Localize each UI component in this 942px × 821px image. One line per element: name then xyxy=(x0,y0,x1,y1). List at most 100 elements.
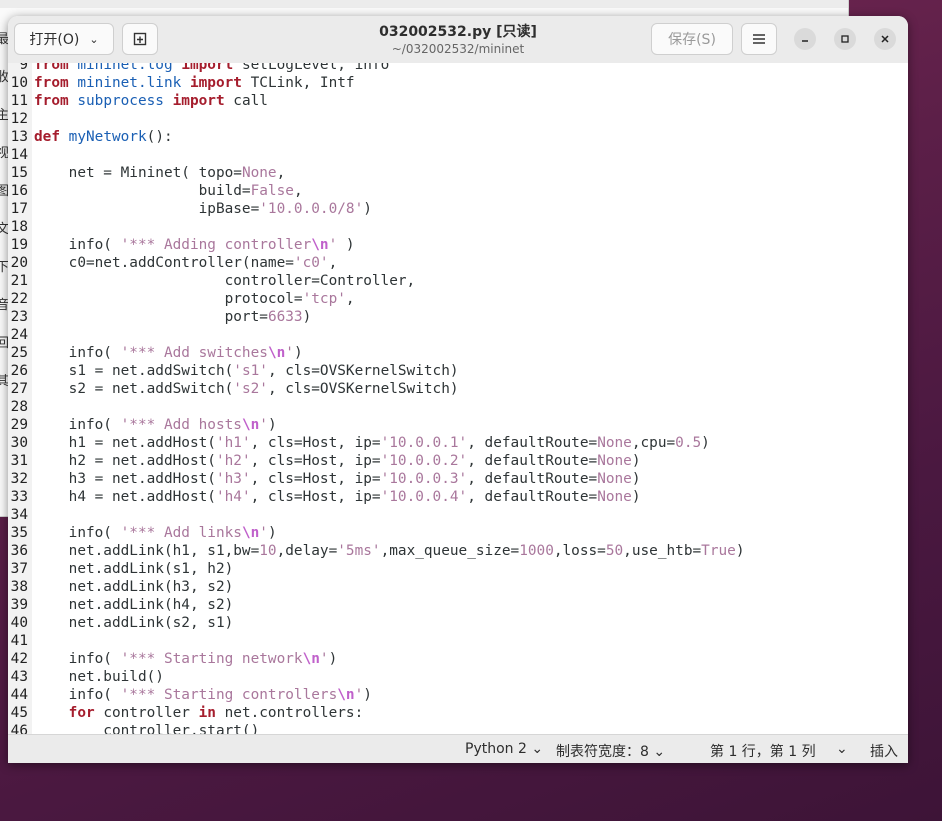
close-icon xyxy=(881,35,889,43)
line-number: 20 xyxy=(10,255,28,271)
code-token: (): xyxy=(146,129,173,145)
text-editor[interactable]: 9 from mininet.log import setLogLevel, in… xyxy=(8,63,908,734)
code-token: '*** Add switches xyxy=(120,345,268,361)
code-token: h4 = net.addHost( xyxy=(34,489,216,505)
language-selector[interactable]: Python 2 ⌄ xyxy=(465,741,543,757)
code-token: from xyxy=(34,75,69,91)
line-number: 17 xyxy=(10,201,28,217)
cursor-position[interactable]: 第 1 行，第 1 列 xyxy=(710,741,816,761)
code-token: info( xyxy=(34,687,121,703)
line-number: 37 xyxy=(10,561,28,577)
code-token: import xyxy=(189,75,242,91)
background-sidebar: 最收主视图文下音回其 xyxy=(0,20,9,420)
code-token: h2 = net.addHost( xyxy=(34,453,216,469)
code-token: for xyxy=(68,705,95,721)
maximize-icon xyxy=(841,35,849,43)
code-token: s1 = net.addSwitch( xyxy=(34,363,234,379)
code-line: 25 info( '*** Add switches\n') xyxy=(8,344,744,362)
open-label: 打开(O) xyxy=(29,32,80,48)
line-number: 27 xyxy=(10,381,28,397)
code-token: controller=Controller, xyxy=(34,273,416,289)
code-token: , xyxy=(293,183,303,199)
code-token: , cls=Host, ip= xyxy=(250,435,381,451)
line-number: 31 xyxy=(10,453,28,469)
code-token: net.addLink(h3, s2) xyxy=(34,579,234,595)
code-token: protocol= xyxy=(34,291,303,307)
code-token: 's1' xyxy=(233,363,268,379)
line-number: 21 xyxy=(10,273,28,289)
new-tab-icon xyxy=(133,32,147,46)
minimize-button[interactable] xyxy=(794,28,816,50)
code-line: 42 info( '*** Starting network\n') xyxy=(8,650,744,668)
code-line: 31 h2 = net.addHost('h2', cls=Host, ip='… xyxy=(8,452,744,470)
code-token: ) xyxy=(735,543,745,559)
code-token: , cls=Host, ip= xyxy=(250,471,381,487)
code-token: info( xyxy=(34,651,121,667)
code-token: \n xyxy=(241,417,260,433)
code-token: net = Mininet( topo= xyxy=(34,165,242,181)
line-number: 44 xyxy=(10,687,28,703)
code-line: 11 from subprocess import call xyxy=(8,92,744,110)
code-token: '10.0.0.3' xyxy=(380,471,468,487)
code-line: 27 s2 = net.addSwitch('s2', cls=OVSKerne… xyxy=(8,380,744,398)
code-line: 12 xyxy=(8,110,744,128)
title-area: 032002532.py [只读] ~/032002532/mininet xyxy=(308,23,608,57)
line-number: 19 xyxy=(10,237,28,253)
code-token: None xyxy=(597,489,632,505)
code-token: c0=net.addController(name= xyxy=(34,255,294,271)
line-number: 34 xyxy=(10,507,28,523)
save-button[interactable]: 保存(S) xyxy=(651,23,733,55)
code-line: 10 from mininet.link import TCLink, Intf xyxy=(8,74,744,92)
code-token: ) xyxy=(701,435,710,451)
code-token: \n xyxy=(267,345,286,361)
code-token: def xyxy=(34,129,60,145)
code-token: ) xyxy=(267,525,277,541)
code-token: , cls=Host, ip= xyxy=(250,489,381,505)
code-token: from xyxy=(34,63,69,73)
code-line: 26 s1 = net.addSwitch('s1', cls=OVSKerne… xyxy=(8,362,744,380)
code-token: TCLink, Intf xyxy=(241,75,355,91)
line-number: 42 xyxy=(10,651,28,667)
code-token: info( xyxy=(34,345,121,361)
line-number: 36 xyxy=(10,543,28,559)
code-token: '10.0.0.2' xyxy=(380,453,468,469)
background-toolbar xyxy=(0,0,848,8)
code-line: 43 net.build() xyxy=(8,668,744,686)
code-token: ' xyxy=(285,345,294,361)
code-line: 19 info( '*** Adding controller\n' ) xyxy=(8,236,744,254)
code-token: ) xyxy=(363,201,372,217)
code-token: ,use_htb= xyxy=(623,543,702,559)
tab-width-selector[interactable]: 制表符宽度：8 ⌄ xyxy=(556,741,665,761)
code-token: in xyxy=(198,705,216,721)
maximize-button[interactable] xyxy=(834,28,856,50)
code-token: 'h3' xyxy=(215,471,251,487)
code-line: 14 xyxy=(8,146,744,164)
line-number: 39 xyxy=(10,597,28,613)
code-token: info( xyxy=(34,417,121,433)
code-token: , defaultRoute= xyxy=(467,489,598,505)
open-button[interactable]: 打开(O) ⌄ xyxy=(14,23,114,55)
code-token: build= xyxy=(34,183,251,199)
code-token: ,loss= xyxy=(553,543,606,559)
code-token: ) xyxy=(328,651,338,667)
chevron-down-icon: ⌄ xyxy=(653,744,666,760)
line-number: 28 xyxy=(10,399,28,415)
chevron-down-icon[interactable]: ⌄ xyxy=(836,741,848,757)
status-bar: Python 2 ⌄ 制表符宽度：8 ⌄ 第 1 行，第 1 列 ⌄ 插入 xyxy=(8,734,908,763)
code-token: net.addLink(h1, s1,bw= xyxy=(34,543,260,559)
code-token: port= xyxy=(34,309,268,325)
language-label: Python 2 xyxy=(465,741,527,757)
code-token: subprocess xyxy=(77,93,164,109)
new-tab-button[interactable] xyxy=(122,23,158,55)
code-token: None xyxy=(597,453,632,469)
code-token: 50 xyxy=(605,543,624,559)
line-number: 45 xyxy=(10,705,28,721)
code-token: , xyxy=(276,165,286,181)
close-button[interactable] xyxy=(874,28,896,50)
code-token: ' xyxy=(319,651,329,667)
code-view[interactable]: 9 from mininet.log import setLogLevel, in… xyxy=(8,63,745,734)
menu-button[interactable] xyxy=(741,23,777,55)
code-line: 9 from mininet.log import setLogLevel, in… xyxy=(8,63,744,74)
line-number: 29 xyxy=(10,417,28,433)
